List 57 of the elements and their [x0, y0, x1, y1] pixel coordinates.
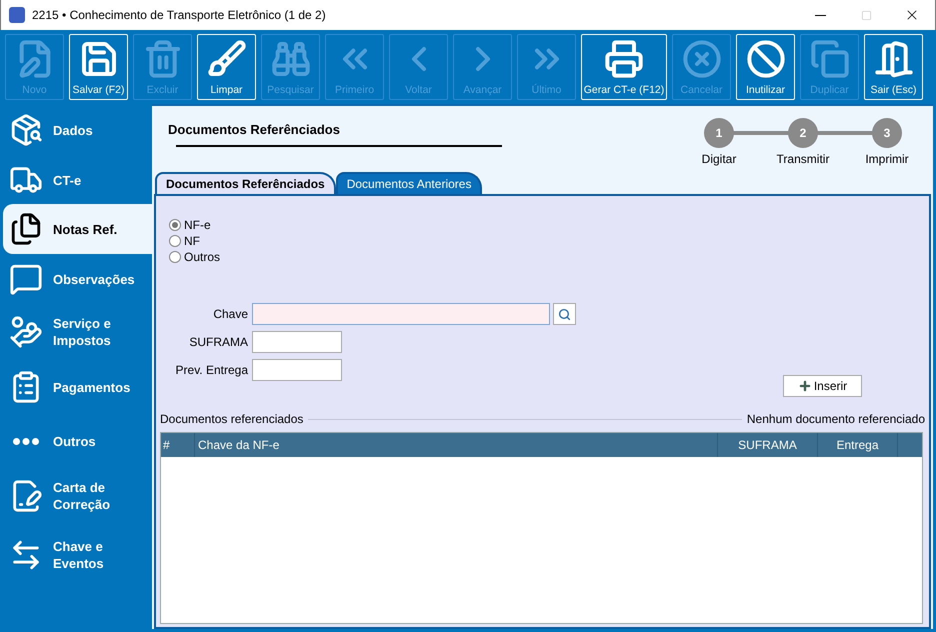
speech-bubble-icon — [9, 262, 43, 296]
hand-coin-icon — [9, 315, 43, 349]
field-label: Chave — [212, 306, 248, 323]
tab[interactable]: Documentos Anteriores — [336, 172, 482, 194]
page-title: Documentos Referênciados — [168, 121, 341, 139]
prohibited-icon — [746, 39, 786, 79]
column-header[interactable]: Chave da NF-e — [195, 433, 718, 457]
column-header[interactable]: # — [161, 433, 195, 457]
documents-icon — [9, 212, 43, 246]
field-label: Prev. Entrega — [174, 362, 248, 379]
radio-button[interactable] — [169, 251, 181, 263]
radio-option[interactable]: Outros — [169, 250, 220, 264]
copy-icon — [810, 39, 850, 79]
sidebar-item[interactable]: Outros — [3, 414, 152, 468]
sidebar-item[interactable]: Observações — [3, 254, 152, 304]
column-header[interactable]: Entrega — [818, 433, 898, 457]
sidebar-item[interactable]: Chave e Eventos — [3, 524, 152, 586]
step-label: Digitar — [702, 151, 736, 168]
dots-icon — [13, 438, 39, 444]
x-circle-icon — [682, 39, 722, 79]
maximize-icon — [860, 10, 872, 20]
step-label: Imprimir — [865, 151, 909, 168]
input-field[interactable] — [252, 331, 342, 353]
printer-icon — [604, 39, 644, 79]
toolbar-button[interactable]: Sair (Esc) — [864, 34, 923, 100]
tab[interactable]: Documentos Referênciados — [155, 172, 336, 194]
toolbar-button[interactable]: Gerar CT-e (F12) — [581, 34, 667, 100]
search-button[interactable] — [553, 303, 576, 325]
toolbar-button[interactable]: Salvar (F2) — [69, 34, 128, 100]
plus-icon — [798, 379, 812, 393]
field-label: SUFRAMA — [188, 334, 248, 351]
radio-button[interactable] — [169, 219, 181, 231]
input-field[interactable] — [252, 303, 550, 325]
radio-button[interactable] — [169, 235, 181, 247]
door-icon — [874, 39, 914, 79]
insert-button[interactable]: Inserir — [783, 375, 862, 397]
sidebar-item[interactable]: Serviço e Impostos — [3, 304, 152, 360]
box-search-icon — [9, 113, 43, 147]
sidebar-item[interactable]: Pagamentos — [3, 360, 152, 414]
toolbar-button[interactable]: Inutilizar — [736, 34, 795, 100]
sidebar-item[interactable]: CT-e — [3, 156, 152, 204]
radio-option[interactable]: NF — [169, 234, 200, 248]
window-title: 2215 • Conhecimento de Transporte Eletrônico (1 de 2) — [32, 7, 326, 24]
input-field[interactable] — [252, 359, 342, 381]
step-label: Transmitir — [776, 151, 830, 168]
sidebar-item[interactable]: Dados — [3, 104, 152, 156]
sidebar-item[interactable]: Notas Ref. — [3, 204, 152, 254]
binoculars-icon — [270, 39, 310, 79]
list-status: Nenhum documento referenciado — [746, 411, 925, 428]
minimize-icon — [814, 14, 826, 16]
toolbar-button[interactable]: Limpar — [197, 34, 256, 100]
radio-option[interactable]: NF-e — [169, 218, 211, 232]
search-icon — [558, 308, 571, 320]
app-logo-icon — [9, 7, 25, 23]
sidebar-item[interactable]: Carta de Correção — [3, 468, 152, 524]
column-header[interactable]: SUFRAMA — [718, 433, 818, 457]
list-title: Documentos referenciados — [160, 411, 304, 428]
